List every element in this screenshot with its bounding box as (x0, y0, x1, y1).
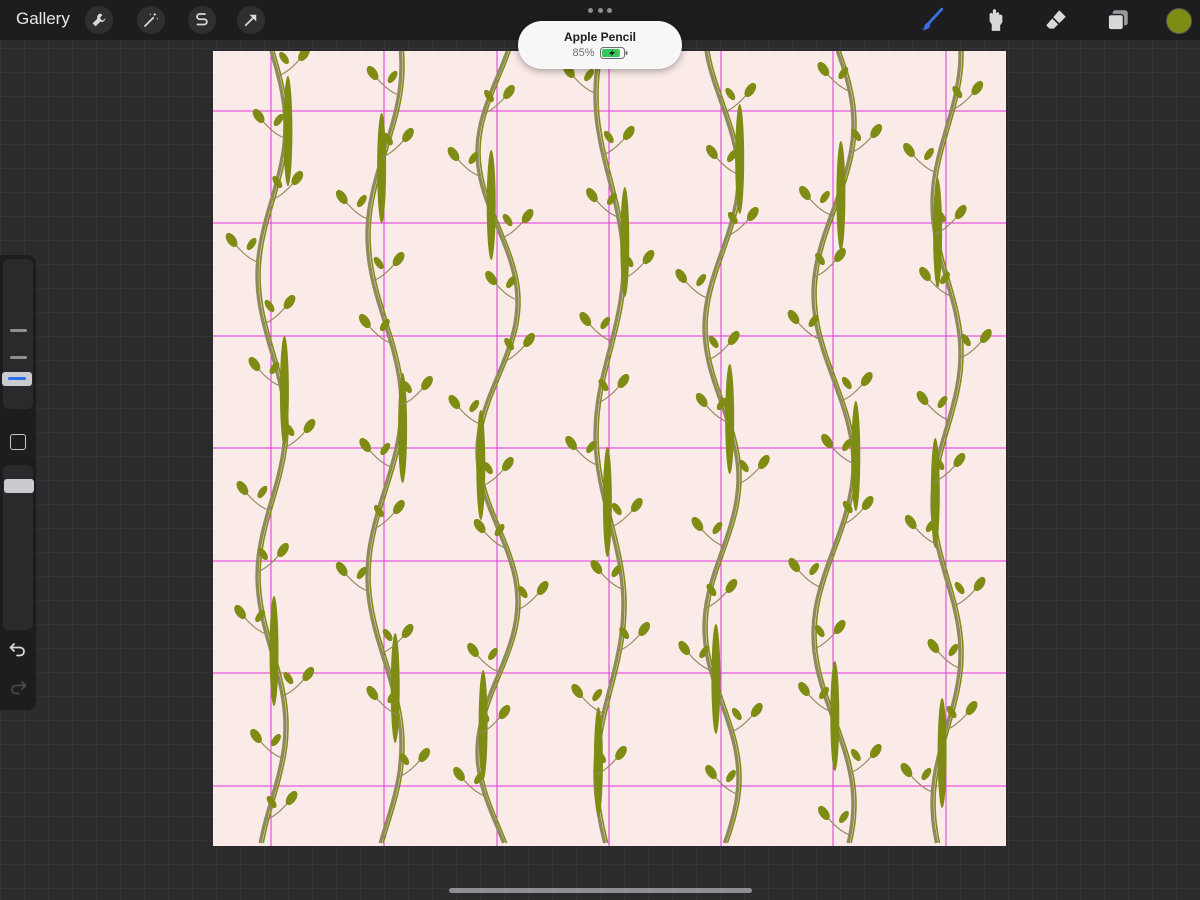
transform-button[interactable] (237, 6, 265, 34)
leaf (382, 628, 393, 642)
vine-thick-segment (377, 113, 387, 223)
eraser-tool-button[interactable] (1041, 5, 1071, 35)
vine-thick-segment (851, 401, 861, 511)
redo-button[interactable] (8, 677, 28, 697)
smudge-tool-button[interactable] (980, 5, 1010, 35)
pencil-battery-row: 85% (518, 47, 682, 59)
leaf (611, 502, 622, 516)
leaf (726, 769, 736, 783)
vine-pattern-artwork (213, 51, 1006, 846)
vine-thick-segment (735, 104, 745, 214)
size-tick (10, 329, 27, 332)
vine-thick-segment (486, 150, 496, 260)
leaf (838, 810, 849, 824)
vine-thick-segment (830, 661, 840, 771)
transform-arrow-icon (244, 14, 257, 27)
dot (607, 7, 612, 13)
wrench-icon (92, 13, 106, 27)
leaf (264, 299, 275, 313)
vine-thick-segment (478, 670, 488, 780)
gallery-button[interactable]: Gallery (16, 9, 70, 29)
vine-thick-segment (602, 447, 612, 557)
pencil-title: Apple Pencil (563, 30, 637, 44)
redo-icon (11, 681, 27, 695)
brush-size-thumb[interactable] (2, 372, 32, 386)
leaf (387, 70, 398, 84)
drawing-canvas[interactable] (213, 51, 1006, 846)
dot (588, 7, 593, 13)
leaf (696, 273, 707, 287)
layers-icon (1107, 10, 1128, 31)
color-picker-button[interactable] (1166, 8, 1192, 34)
adjustments-button[interactable] (137, 6, 165, 34)
apple-pencil-battery-popup: Apple Pencil 85% (518, 21, 682, 69)
battery-percent: 85% (572, 47, 595, 59)
layers-button[interactable] (1103, 5, 1133, 35)
leaf (279, 51, 289, 65)
home-indicator[interactable] (449, 888, 752, 893)
leaf (850, 748, 861, 762)
leaf (924, 147, 934, 161)
undo-button[interactable] (8, 639, 28, 659)
selection-button[interactable] (188, 6, 216, 34)
vine-thick-segment (711, 624, 721, 734)
vine-thick-segment (390, 633, 400, 743)
undo-icon (9, 643, 25, 657)
leaf (502, 213, 513, 227)
leaf (246, 237, 257, 251)
magic-wand-icon (144, 12, 159, 27)
leaf (592, 688, 603, 702)
vine-thick-segment (930, 438, 940, 548)
modify-square-button[interactable] (10, 434, 26, 450)
vine-thick-segment (937, 698, 947, 808)
leaf (954, 581, 965, 595)
leaf (380, 442, 391, 456)
size-tick (10, 356, 27, 359)
vine-thick-segment (620, 187, 630, 297)
smudge-icon (989, 9, 1003, 31)
more-options-button[interactable] (588, 4, 612, 16)
leaf (257, 485, 268, 499)
vine-thick-segment (269, 596, 279, 706)
selection-icon (196, 13, 208, 26)
leaf (731, 707, 742, 721)
brush-icon (921, 7, 944, 30)
leaf (488, 647, 498, 661)
leaf (712, 521, 723, 535)
leaf (725, 87, 736, 101)
leaf (819, 190, 830, 204)
brush-tool-button[interactable] (917, 5, 947, 35)
dot (597, 7, 603, 13)
battery-charging-icon (599, 47, 628, 59)
leaf (600, 316, 611, 330)
leaf (809, 562, 820, 576)
brush-opacity-thumb[interactable] (4, 479, 34, 493)
brush-size-slider[interactable] (3, 259, 33, 409)
vine-thick-segment (836, 141, 846, 251)
actions-wrench-button[interactable] (85, 6, 113, 34)
brush-sidebar (0, 255, 36, 710)
leaf (356, 194, 367, 208)
leaf (921, 767, 932, 781)
vine-thick-segment (283, 76, 293, 186)
eraser-icon (1046, 10, 1066, 29)
leaf (841, 376, 852, 390)
leaf (937, 395, 948, 409)
leaf (469, 399, 480, 413)
vine-thick-segment (725, 364, 735, 474)
